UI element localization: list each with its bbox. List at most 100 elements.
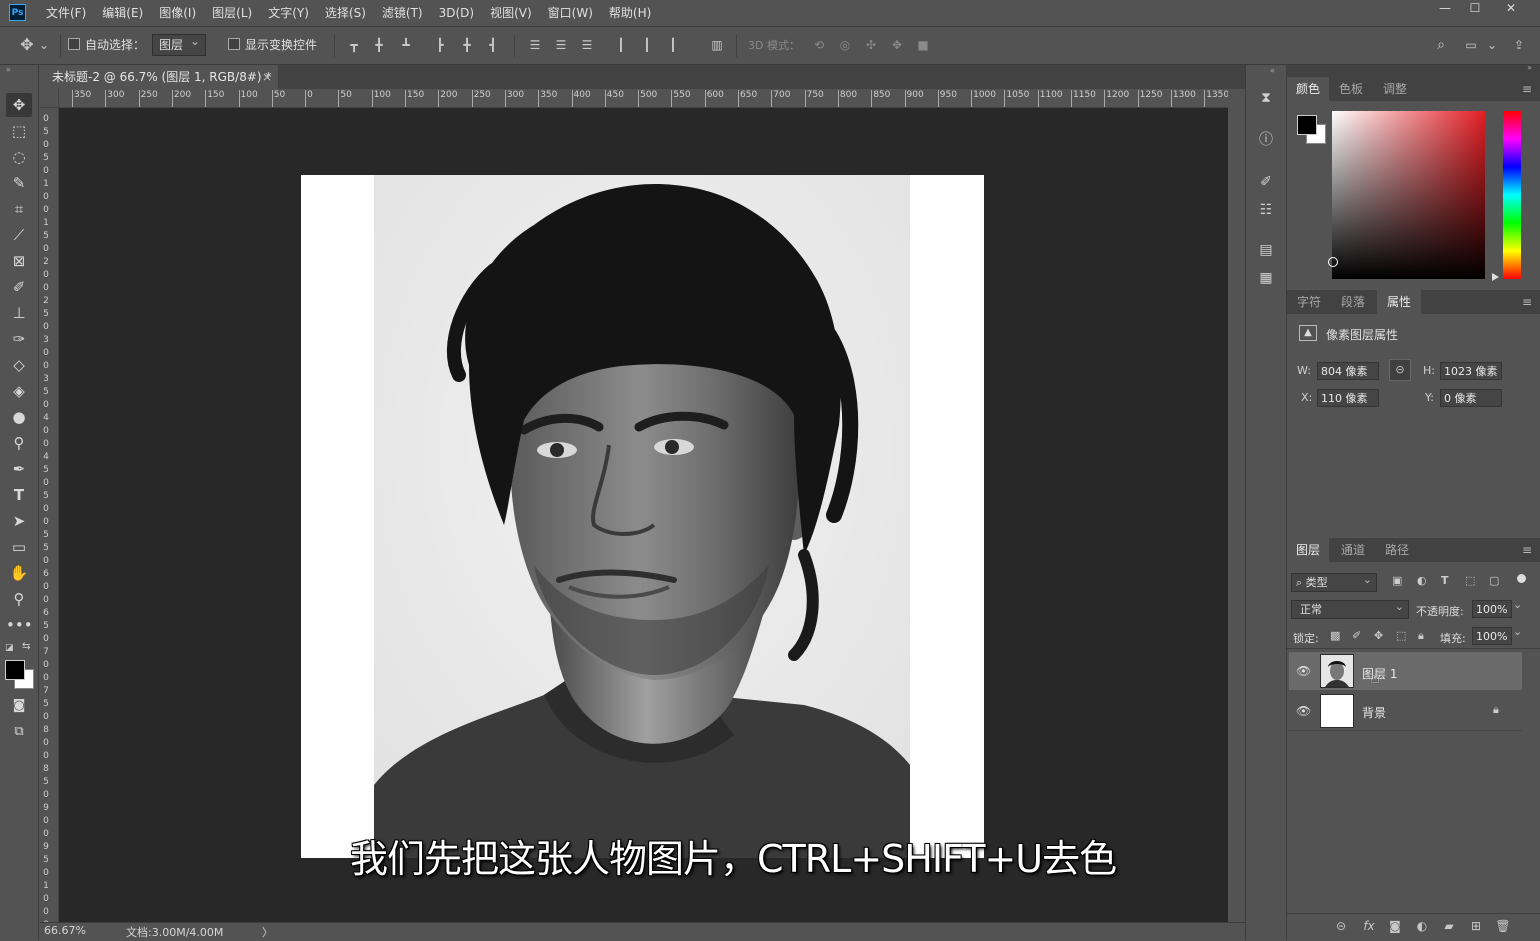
chevron-down-icon[interactable]: ⌄: [1513, 625, 1527, 638]
info-panel-icon[interactable]: ⓘ: [1254, 128, 1278, 152]
3d-pan-icon[interactable]: ✣: [862, 36, 880, 54]
menu-view[interactable]: 视图(V): [482, 0, 540, 26]
y-field[interactable]: 0 像素: [1440, 389, 1502, 407]
filter-adjustment-icon[interactable]: ◐: [1417, 574, 1427, 587]
dodge-tool-icon[interactable]: ⚲: [6, 431, 32, 455]
color-picker-handle[interactable]: [1328, 257, 1338, 267]
hand-tool-icon[interactable]: ✋: [6, 561, 32, 585]
opacity-field[interactable]: 100%: [1472, 600, 1512, 618]
tab-swatches[interactable]: 色板: [1329, 77, 1373, 101]
swap-colors-icon[interactable]: ⇆: [22, 641, 30, 652]
panel-menu-icon[interactable]: ≡: [1522, 77, 1532, 101]
3d-slide-icon[interactable]: ✥: [888, 36, 906, 54]
tab-paragraph[interactable]: 段落: [1331, 290, 1375, 314]
tab-adjustments[interactable]: 调整: [1373, 77, 1417, 101]
tab-layers[interactable]: 图层: [1287, 538, 1329, 562]
filter-toggle-icon[interactable]: [1517, 574, 1526, 583]
distribute-right-icon[interactable]: ┃: [664, 36, 682, 54]
chevron-down-icon[interactable]: ⌄: [1486, 36, 1498, 54]
crop-tool-icon[interactable]: ⌗: [6, 197, 32, 221]
bucket-tool-icon[interactable]: ◈: [6, 379, 32, 403]
new-group-icon[interactable]: ▰: [1440, 918, 1458, 934]
brush-tool-icon[interactable]: ✐: [6, 275, 32, 299]
color-field[interactable]: [1332, 111, 1485, 279]
blur-tool-icon[interactable]: ●: [6, 405, 32, 429]
new-layer-icon[interactable]: ⊞: [1467, 918, 1485, 934]
delete-layer-icon[interactable]: 🗑︎: [1494, 918, 1512, 934]
zoom-level[interactable]: 66.67%: [44, 924, 86, 937]
screen-mode-icon[interactable]: ⧉: [6, 720, 32, 744]
distribute-bottom-icon[interactable]: ☰: [578, 36, 596, 54]
menu-help[interactable]: 帮助(H): [601, 0, 659, 26]
color-panel-foreground-swatch[interactable]: [1297, 115, 1317, 135]
zoom-tool-icon[interactable]: ⚲: [6, 587, 32, 611]
distribute-left-icon[interactable]: ┃: [612, 36, 630, 54]
default-colors-icon[interactable]: ◪: [5, 643, 14, 653]
search-icon[interactable]: ⌕: [1432, 36, 1450, 54]
add-mask-icon[interactable]: ◙: [1386, 918, 1404, 934]
lasso-tool-icon[interactable]: ◌: [6, 145, 32, 169]
eraser-tool-icon[interactable]: ◇: [6, 353, 32, 377]
maximize-button[interactable]: ☐: [1460, 0, 1490, 18]
stamp-tool-icon[interactable]: ⊥: [6, 301, 32, 325]
width-field[interactable]: 804 像素: [1317, 362, 1379, 380]
link-icon[interactable]: ⊝: [1389, 359, 1411, 381]
history-panel-icon[interactable]: ⧗: [1254, 86, 1278, 110]
auto-select-checkbox[interactable]: [68, 38, 80, 50]
tab-channels[interactable]: 通道: [1331, 538, 1375, 562]
align-vcenter-icon[interactable]: ╋: [370, 36, 388, 54]
filter-shape-icon[interactable]: ⬚: [1465, 574, 1475, 587]
adjustment-layer-icon[interactable]: ◐: [1413, 918, 1431, 934]
tab-properties[interactable]: 属性: [1377, 290, 1421, 314]
quick-mask-icon[interactable]: ◙: [6, 694, 32, 718]
share-icon[interactable]: ⇪: [1510, 36, 1528, 54]
chevron-down-icon[interactable]: ⌄: [38, 36, 50, 54]
foreground-color-swatch[interactable]: [5, 660, 25, 680]
blend-mode-dropdown[interactable]: 正常 ⌄: [1291, 600, 1409, 619]
menu-filter[interactable]: 滤镜(T): [374, 0, 431, 26]
chevron-down-icon[interactable]: ⌄: [1513, 598, 1527, 611]
notes-icon[interactable]: ▦: [1254, 266, 1278, 290]
lock-all-icon[interactable]: 🔒︎: [1418, 629, 1424, 643]
portrait-photo[interactable]: [374, 175, 910, 858]
auto-align-icon[interactable]: ▥: [708, 36, 726, 54]
close-tab-icon[interactable]: ×: [262, 65, 272, 89]
workspace-icon[interactable]: ▭: [1462, 36, 1480, 54]
pen-tool-icon[interactable]: ✒: [6, 457, 32, 481]
collapse-icon[interactable]: »: [6, 65, 11, 74]
more-tools-icon[interactable]: •••: [6, 613, 33, 637]
hue-slider-handle[interactable]: [1492, 273, 1499, 281]
collapse-icon[interactable]: «: [1270, 66, 1275, 75]
collapse-icon[interactable]: »: [1527, 63, 1532, 72]
x-field[interactable]: 110 像素: [1317, 389, 1379, 407]
lock-position-icon[interactable]: ✥: [1374, 629, 1383, 642]
fill-field[interactable]: 100%: [1472, 627, 1512, 645]
filter-smart-object-icon[interactable]: ▢: [1489, 574, 1499, 587]
lock-transparent-icon[interactable]: ▩: [1330, 629, 1340, 642]
move-tool-icon[interactable]: ✥: [6, 93, 32, 117]
eye-icon[interactable]: 👁︎: [1296, 664, 1311, 678]
3d-roll-icon[interactable]: ◎: [836, 36, 854, 54]
ruler-origin[interactable]: [40, 89, 59, 108]
brush-settings-icon[interactable]: ✐: [1254, 170, 1278, 194]
frame-tool-icon[interactable]: ⊠: [6, 249, 32, 273]
layer-style-icon[interactable]: fx: [1360, 918, 1378, 934]
align-left-icon[interactable]: ┣: [431, 36, 449, 54]
lock-artboard-icon[interactable]: ⬚: [1396, 629, 1406, 642]
hue-slider[interactable]: [1503, 111, 1521, 279]
align-right-icon[interactable]: ┫: [484, 36, 502, 54]
menu-image[interactable]: 图像(I): [151, 0, 204, 26]
libraries-icon[interactable]: ▤: [1254, 238, 1278, 262]
shape-tool-icon[interactable]: ▭: [6, 535, 32, 559]
tab-color[interactable]: 颜色: [1287, 77, 1329, 101]
filter-pixel-icon[interactable]: ▣: [1392, 574, 1402, 587]
align-bottom-icon[interactable]: ┻: [397, 36, 415, 54]
move-tool-preset-icon[interactable]: ✥: [18, 36, 36, 54]
auto-select-dropdown[interactable]: 图层: [152, 31, 207, 56]
tab-paths[interactable]: 路径: [1375, 538, 1419, 562]
menu-type[interactable]: 文字(Y): [260, 0, 317, 26]
panel-menu-icon[interactable]: ≡: [1522, 290, 1532, 314]
tab-character[interactable]: 字符: [1287, 290, 1331, 314]
path-select-tool-icon[interactable]: ➤: [6, 509, 32, 533]
filter-type-icon[interactable]: T: [1441, 574, 1449, 587]
